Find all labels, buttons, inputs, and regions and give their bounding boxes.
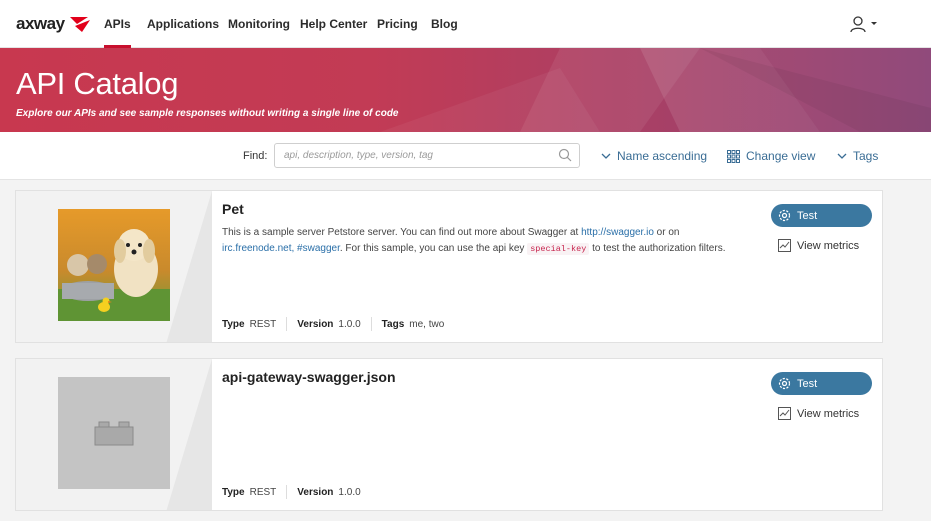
meta-version-key: Version	[297, 318, 334, 330]
view-metrics-link[interactable]: View metrics	[778, 407, 859, 420]
nav-help-center[interactable]: Help Center	[300, 0, 367, 48]
api-meta: Type REST Version 1.0.0 Tags me, two	[222, 317, 444, 331]
api-meta: Type REST Version 1.0.0	[222, 485, 361, 499]
nav-monitoring[interactable]: Monitoring	[228, 0, 290, 48]
view-metrics-label: View metrics	[797, 407, 860, 420]
meta-version-value: 1.0.0	[338, 318, 361, 330]
desc-text: to test the authorization filters.	[589, 243, 726, 254]
pet-api-image	[58, 209, 170, 321]
page-subtitle: Explore our APIs and see sample response…	[16, 108, 399, 119]
test-button[interactable]: Test	[771, 372, 872, 395]
find-label: Find:	[243, 150, 268, 162]
change-view-label: Change view	[746, 149, 816, 163]
axway-logo[interactable]: axway	[16, 12, 92, 36]
meta-version: Version 1.0.0	[297, 319, 360, 330]
change-view-dropdown[interactable]: Change view	[727, 149, 815, 163]
meta-tags-key: Tags	[381, 318, 405, 330]
api-thumbnail-area	[16, 191, 212, 342]
test-button-label: Test	[797, 209, 818, 222]
test-button[interactable]: Test	[771, 204, 872, 227]
test-button-label: Test	[797, 377, 818, 390]
filter-bar: Find: Name ascending Change view Tags	[0, 132, 931, 180]
api-title[interactable]: api-gateway-swagger.json	[222, 369, 396, 385]
nav-pricing[interactable]: Pricing	[377, 0, 418, 48]
search-icon[interactable]	[558, 148, 573, 163]
api-card[interactable]: Pet This is a sample server Petstore ser…	[15, 190, 883, 343]
meta-tags-value: me, two	[409, 318, 445, 330]
meta-divider	[286, 485, 288, 499]
swagger-link[interactable]: http://swagger.io	[581, 227, 654, 238]
user-icon	[850, 16, 866, 33]
view-metrics-link[interactable]: View metrics	[778, 239, 859, 252]
chevron-down-icon	[601, 153, 611, 159]
irc-link[interactable]: irc.freenode.net, #swagger	[222, 243, 340, 254]
meta-type-value: REST	[249, 486, 277, 498]
page-title: API Catalog	[16, 66, 179, 101]
package-icon	[94, 421, 134, 446]
logo-text: axway	[16, 14, 65, 33]
metrics-chart-icon	[778, 407, 791, 420]
api-card[interactable]: api-gateway-swagger.json Type REST Versio…	[15, 358, 883, 511]
desc-text: This is a sample server Petstore server.…	[222, 227, 582, 238]
axway-logo-icon	[69, 17, 90, 32]
meta-tags: Tags me, two	[382, 319, 445, 330]
tags-label: Tags	[853, 149, 879, 163]
nav-blog[interactable]: Blog	[431, 0, 458, 48]
nav-applications[interactable]: Applications	[147, 0, 219, 48]
meta-version: Version 1.0.0	[297, 487, 360, 498]
grid-icon	[727, 149, 740, 163]
metrics-chart-icon	[778, 239, 791, 252]
tags-dropdown[interactable]: Tags	[837, 149, 878, 163]
meta-version-value: 1.0.0	[338, 486, 361, 498]
api-title[interactable]: Pet	[222, 201, 244, 217]
api-placeholder-image	[58, 377, 170, 489]
meta-version-key: Version	[297, 486, 334, 498]
desc-text: or on	[653, 227, 680, 238]
meta-type: Type REST	[222, 319, 276, 330]
api-key-code: special-key	[527, 243, 590, 255]
meta-type-key: Type	[222, 318, 245, 330]
search-box	[274, 143, 580, 168]
meta-divider	[370, 317, 372, 331]
meta-type-value: REST	[249, 318, 277, 330]
gear-icon	[778, 209, 791, 222]
caret-down-icon	[871, 22, 877, 25]
chevron-down-icon	[837, 153, 847, 159]
view-metrics-label: View metrics	[797, 239, 860, 252]
api-description: This is a sample server Petstore server.…	[222, 225, 742, 257]
sort-dropdown[interactable]: Name ascending	[601, 149, 707, 163]
meta-divider	[286, 317, 288, 331]
user-menu[interactable]	[849, 14, 881, 34]
sort-label: Name ascending	[617, 149, 708, 163]
desc-text: . For this sample, you can use the api k…	[339, 243, 528, 254]
search-input[interactable]	[275, 144, 545, 167]
meta-type-key: Type	[222, 486, 245, 498]
meta-type: Type REST	[222, 487, 276, 498]
api-thumbnail-area	[16, 359, 212, 510]
page-banner: API Catalog Explore our APIs and see sam…	[0, 48, 931, 132]
nav-apis[interactable]: APIs	[104, 0, 131, 48]
gear-icon	[778, 377, 791, 390]
top-navbar: axway APIs Applications Monitoring Help …	[0, 0, 931, 48]
